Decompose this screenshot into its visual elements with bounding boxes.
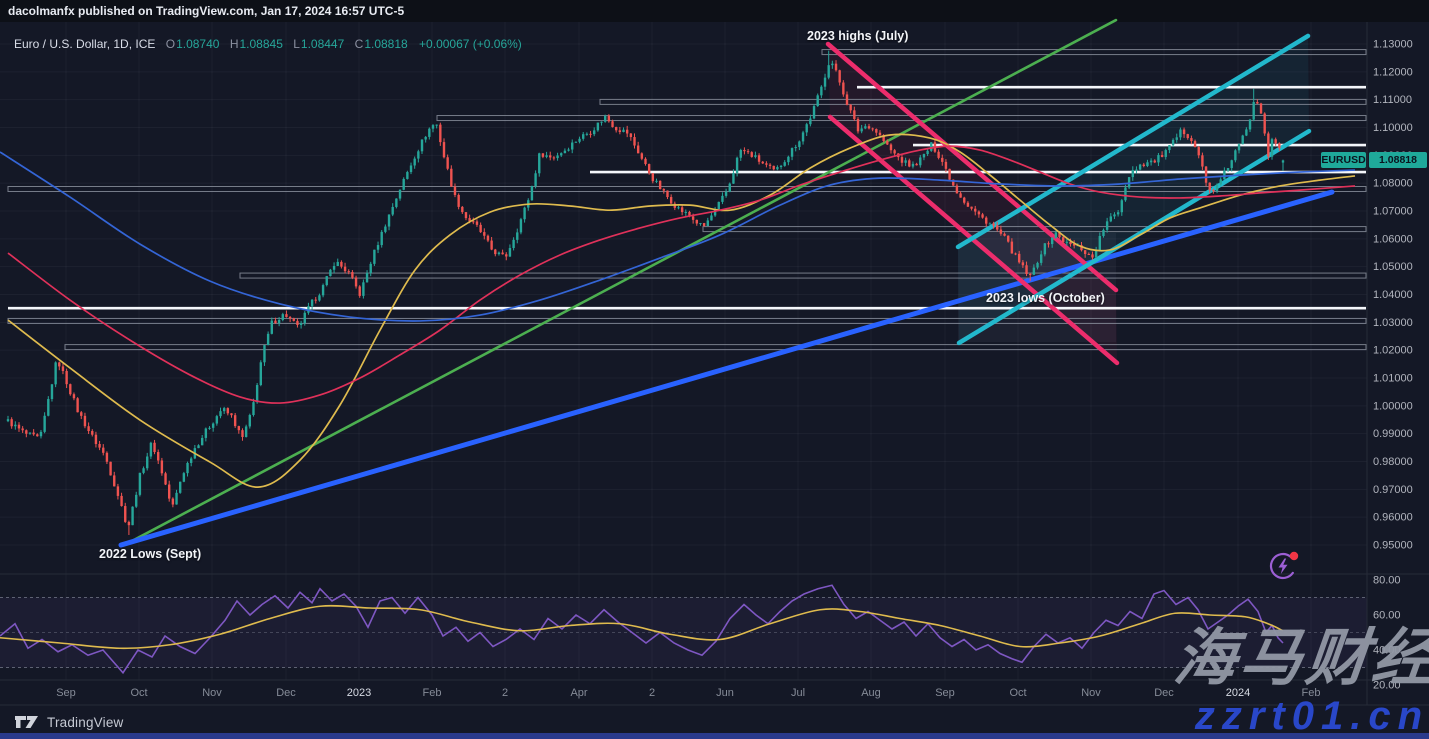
price-tick-label: 1.01000 (1373, 373, 1413, 385)
price-tick-label: 1.05000 (1373, 261, 1413, 273)
price-tick-label: 0.98000 (1373, 456, 1413, 468)
annotation-2023-lows: 2023 lows (October) (986, 291, 1105, 305)
rsi-tick-label: 80.00 (1373, 575, 1401, 587)
close-label: C (355, 37, 364, 51)
tradingview-wordmark[interactable]: TradingView (47, 715, 124, 730)
trendlines (121, 20, 1332, 545)
month-label[interactable]: Nov (202, 687, 222, 699)
high-value: 1.08845 (239, 37, 282, 51)
symbol-title: Euro / U.S. Dollar, 1D, ICE (14, 37, 155, 51)
low-value: 1.08447 (301, 37, 344, 51)
price-tick-label: 1.06000 (1373, 233, 1413, 245)
low-label: L (293, 37, 300, 51)
price-tick-label: 1.08000 (1373, 178, 1413, 190)
open-value: 1.08740 (176, 37, 219, 51)
month-label[interactable]: 2 (502, 687, 508, 699)
resistance-band (65, 345, 1366, 350)
price-axis-labels: 1.130001.120001.110001.100001.090001.080… (1373, 39, 1413, 692)
blue-major-uptrend (121, 192, 1332, 545)
rsi-pane (0, 585, 1367, 673)
notification-dot (1290, 552, 1298, 560)
price-tick-label: 1.04000 (1373, 289, 1413, 301)
price-tick-label: 1.07000 (1373, 206, 1413, 218)
price-tick-label: 0.97000 (1373, 484, 1413, 496)
month-label[interactable]: Oct (1009, 687, 1026, 699)
price-tick-label: 1.02000 (1373, 345, 1413, 357)
last-price-value-tag: 1.08818 (1369, 152, 1427, 168)
watermark-site: zzrt01.cn (1195, 694, 1429, 739)
main-pane (828, 36, 1309, 363)
month-label[interactable]: Aug (861, 687, 881, 699)
tradingview-published-chart: dacolmanfx published on TradingView.com,… (0, 0, 1429, 739)
resistance-band (8, 318, 1366, 323)
footer-bar: TradingView (14, 713, 124, 731)
month-label[interactable]: Dec (276, 687, 296, 699)
lightning-bolt-icon (1279, 559, 1288, 575)
month-label[interactable]: Jun (716, 687, 734, 699)
flash-reaction-icon[interactable] (1266, 548, 1302, 584)
close-value: 1.08818 (364, 37, 407, 51)
watermark-cn: 海马财经 (1170, 607, 1429, 697)
month-label[interactable]: Sep (935, 687, 955, 699)
month-label[interactable]: Nov (1081, 687, 1101, 699)
price-tick-label: 0.96000 (1373, 512, 1413, 524)
resistance-band (437, 116, 1366, 121)
resistance-band (600, 99, 1366, 104)
resistance-band (240, 273, 1366, 278)
price-tick-label: 0.99000 (1373, 428, 1413, 440)
month-label[interactable]: 2 (649, 687, 655, 699)
month-label[interactable]: Feb (423, 687, 442, 699)
year-label[interactable]: 2023 (347, 687, 371, 699)
annotation-2022-lows: 2022 Lows (Sept) (99, 547, 201, 561)
price-tick-label: 1.12000 (1373, 66, 1413, 78)
month-label[interactable]: Apr (570, 687, 587, 699)
price-tick-label: 0.95000 (1373, 540, 1413, 552)
high-label: H (230, 37, 239, 51)
tradingview-logo-icon[interactable] (14, 713, 40, 731)
symbol-info-row: Euro / U.S. Dollar, 1D, ICE O1.08740 H1.… (14, 37, 522, 51)
price-tick-label: 1.13000 (1373, 39, 1413, 51)
price-tick-label: 1.10000 (1373, 122, 1413, 134)
resistance-band (8, 187, 1366, 192)
resistance-band (703, 227, 1366, 232)
price-tick-label: 1.11000 (1373, 94, 1412, 106)
month-label[interactable]: Oct (130, 687, 147, 699)
price-tick-label: 1.03000 (1373, 317, 1413, 329)
last-price-symbol-tag: EURUSD (1321, 152, 1366, 168)
month-label[interactable]: Sep (56, 687, 76, 699)
time-axis-labels: Sep Oct Nov Dec 2023 Feb 2 Apr 2 Jun Jul Aug Sep Oct N… (56, 687, 1320, 699)
change-value: +0.00067 (+0.06%) (419, 37, 522, 51)
open-label: O (166, 37, 175, 51)
annotation-2023-highs: 2023 highs (July) (807, 29, 908, 43)
price-tick-label: 1.00000 (1373, 400, 1413, 412)
month-label[interactable]: Jul (791, 687, 805, 699)
